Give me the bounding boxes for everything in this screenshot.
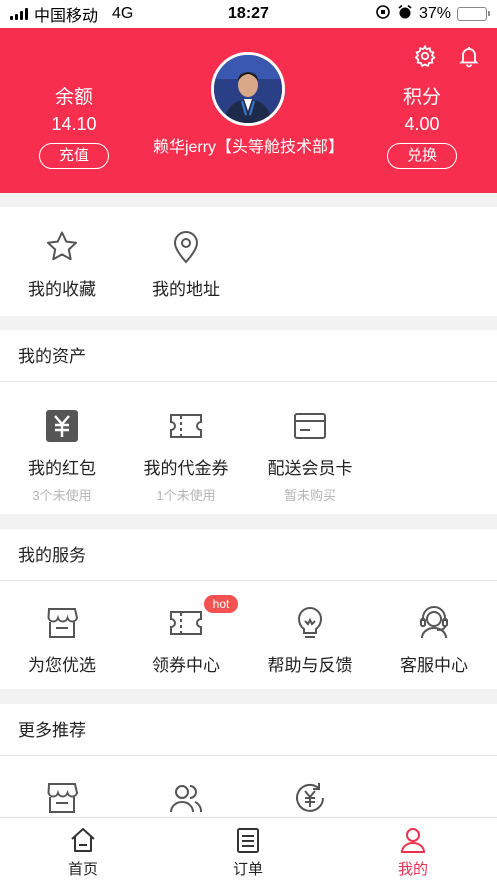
home-icon — [69, 826, 97, 854]
customer-service-item[interactable]: 客服中心 — [372, 605, 496, 676]
battery-icon — [457, 7, 490, 21]
profile-header: 余额 14.10 充值 赖华jerry【头等舱技术部】 积分 4.00 兑换 — [0, 28, 497, 193]
services-title: 我的服务 — [0, 529, 497, 581]
red-packet-icon — [44, 408, 80, 444]
order-list-icon — [234, 826, 262, 854]
favorites-label: 我的收藏 — [28, 280, 96, 299]
settings-icon[interactable] — [413, 44, 437, 68]
avatar[interactable] — [211, 52, 285, 126]
store-icon — [44, 605, 80, 641]
yuan-refresh-icon — [292, 780, 328, 816]
recommend-item[interactable]: 为您优选 — [0, 605, 124, 676]
voucher-icon — [168, 408, 204, 444]
help-feedback-item[interactable]: 帮助与反馈 — [248, 605, 372, 676]
tab-bar: 首页 订单 我的 — [0, 817, 497, 883]
red-packet-label: 我的红包 — [28, 459, 96, 478]
star-icon — [44, 229, 80, 265]
more-section: 更多推荐 — [0, 704, 497, 817]
tab-orders[interactable]: 订单 — [203, 826, 293, 879]
coupon-center-label: 领券中心 — [152, 656, 220, 675]
member-card-sub: 暂未购买 — [283, 488, 336, 503]
alarm-icon — [397, 4, 413, 25]
headset-icon — [416, 605, 452, 641]
user-icon — [399, 826, 427, 854]
red-packet-item[interactable]: 我的红包 3个未使用 — [0, 408, 124, 504]
points-label: 积分 — [402, 87, 441, 108]
services-section: 我的服务 hot 为您优选 领券中心 帮助与反馈 客服中心 — [0, 529, 497, 689]
favorites-item[interactable]: 我的收藏 — [0, 229, 124, 300]
tab-home[interactable]: 首页 — [38, 826, 128, 879]
redeem-button[interactable]: 兑换 — [387, 143, 457, 169]
recommend-label: 为您优选 — [28, 656, 96, 675]
points-block: 积分 4.00 兑换 — [367, 82, 477, 169]
coupon-icon — [168, 605, 204, 641]
more-item-refund[interactable] — [248, 780, 372, 816]
more-title: 更多推荐 — [0, 704, 497, 756]
customer-service-label: 客服中心 — [400, 656, 468, 675]
voucher-sub: 1个未使用 — [156, 488, 216, 503]
member-card-item[interactable]: 配送会员卡 暂未购买 — [248, 408, 372, 504]
more-item-users[interactable] — [124, 780, 248, 816]
voucher-label: 我的代金券 — [143, 459, 229, 478]
quick-actions: 我的收藏 我的地址 — [0, 207, 497, 316]
balance-label: 余额 — [54, 87, 93, 108]
more-item-store[interactable] — [0, 780, 124, 816]
rotation-lock-icon — [375, 4, 391, 25]
assets-section: 我的资产 我的红包 3个未使用 我的代金券 1个未使用 配送会员卡 暂未购买 — [0, 330, 497, 514]
status-bar: 中国移动 4G 18:27 37% — [0, 0, 497, 28]
tab-orders-label: 订单 — [232, 861, 263, 878]
location-icon — [168, 229, 204, 265]
tab-mine-label: 我的 — [397, 861, 428, 878]
assets-title: 我的资产 — [0, 330, 497, 382]
users-icon — [168, 780, 204, 816]
coupon-center-item[interactable]: 领券中心 — [124, 605, 248, 676]
store-icon — [44, 780, 80, 816]
red-packet-sub: 3个未使用 — [32, 488, 92, 503]
help-feedback-label: 帮助与反馈 — [267, 656, 353, 675]
tab-home-label: 首页 — [67, 861, 98, 878]
card-icon — [292, 408, 328, 444]
lightbulb-icon — [292, 605, 328, 641]
battery-percent: 37% — [418, 5, 451, 22]
bell-icon[interactable] — [457, 44, 481, 68]
member-card-label: 配送会员卡 — [267, 459, 353, 478]
balance-value: 14.10 — [51, 114, 97, 134]
address-label: 我的地址 — [152, 280, 220, 299]
voucher-item[interactable]: 我的代金券 1个未使用 — [124, 408, 248, 504]
tab-mine[interactable]: 我的 — [368, 826, 458, 879]
address-item[interactable]: 我的地址 — [124, 229, 248, 300]
points-value: 4.00 — [404, 114, 440, 134]
